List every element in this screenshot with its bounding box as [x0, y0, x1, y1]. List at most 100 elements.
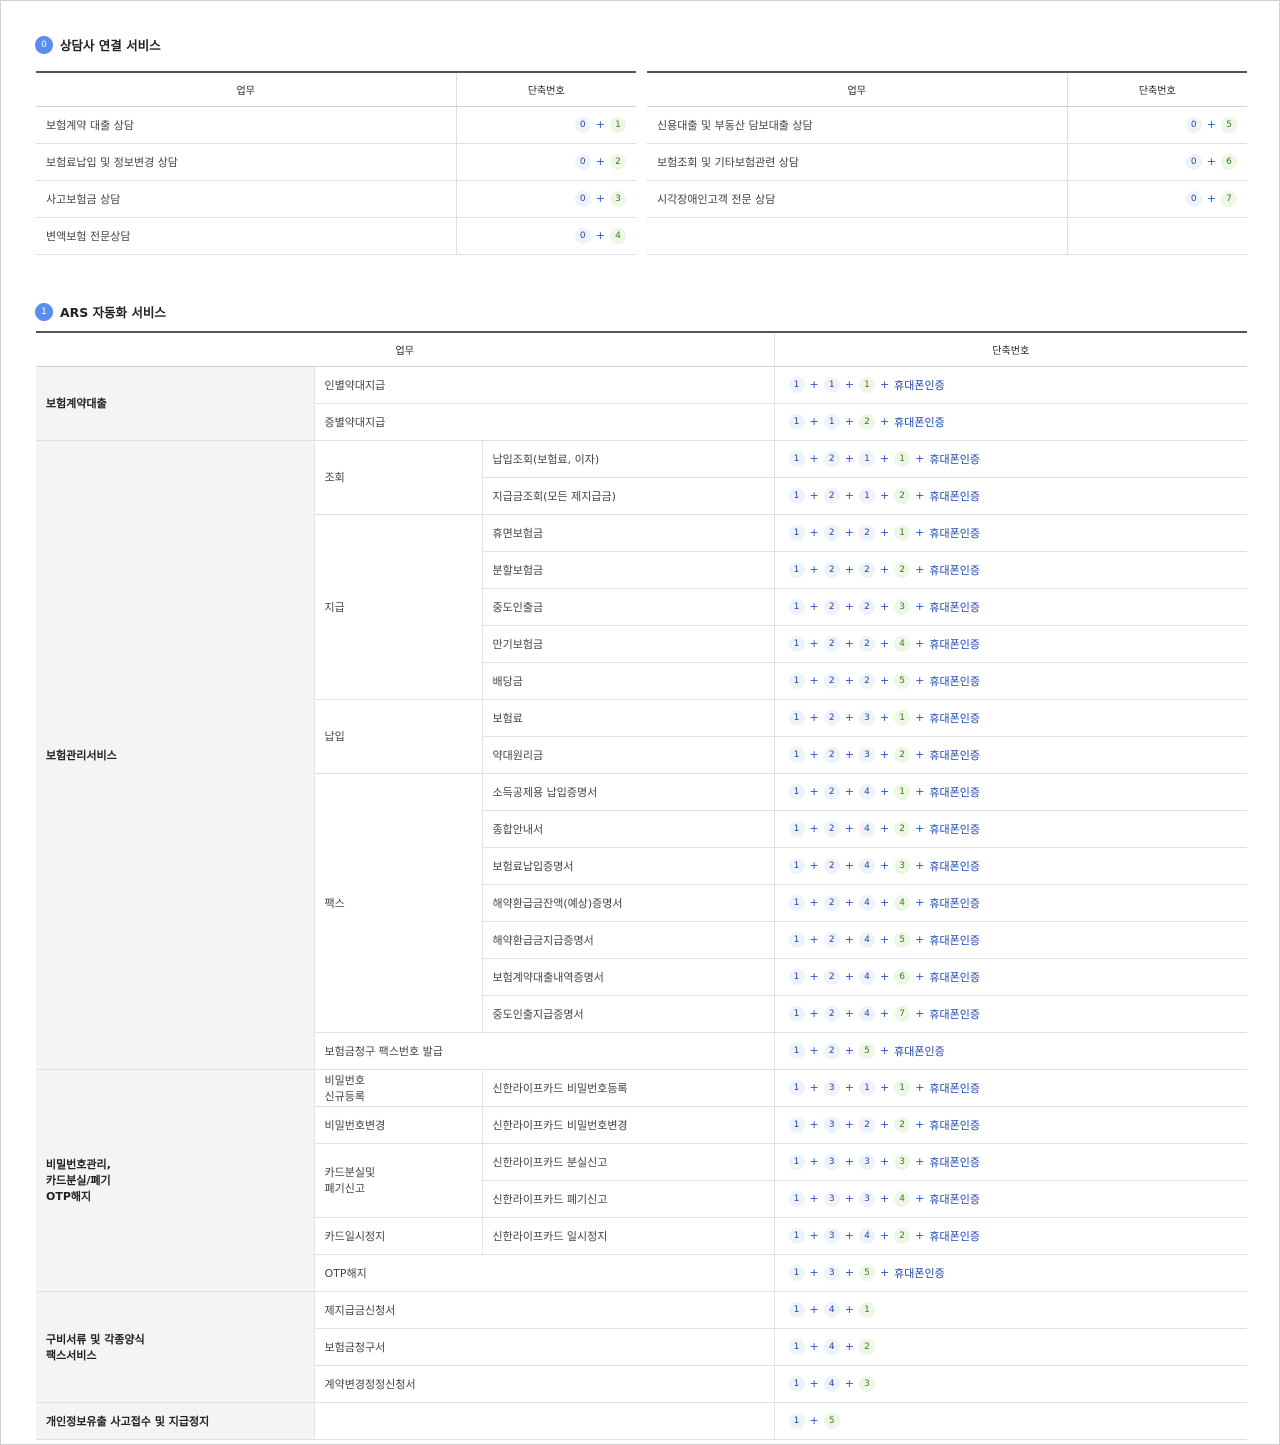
digit-chip: 1 — [788, 1079, 805, 1096]
plus-sign: + — [595, 118, 605, 131]
plus-sign: + — [844, 1155, 854, 1168]
plus-sign: + — [844, 822, 854, 835]
plus-sign: + — [879, 896, 890, 909]
digit-chip: 1 — [788, 1338, 805, 1355]
item-cell: 지급금조회(모든 제지급금) — [482, 477, 775, 515]
phone-auth-link[interactable]: 휴대폰인증 — [929, 969, 980, 985]
plus-sign: + — [809, 526, 819, 539]
phone-auth-link[interactable]: 휴대폰인증 — [929, 747, 980, 763]
phone-auth-link[interactable]: 휴대폰인증 — [929, 895, 980, 911]
item-cell: 신한라이프카드 비밀번호변경 — [482, 1106, 775, 1144]
plus-sign: + — [844, 1007, 854, 1020]
plus-sign: + — [915, 489, 925, 502]
digit-chip: 3 — [858, 746, 875, 763]
phone-auth-link[interactable]: 휴대폰인증 — [929, 821, 980, 837]
phone-auth-link[interactable]: 휴대폰인증 — [929, 636, 980, 652]
table-row: 사고보험금 상담 0 +3 — [36, 180, 636, 218]
phone-auth-link[interactable]: 휴대폰인증 — [929, 932, 980, 948]
phone-auth-link[interactable]: 휴대폰인증 — [929, 525, 980, 541]
digit-chip: 5 — [894, 672, 911, 689]
plus-sign: + — [915, 452, 925, 465]
shortcut-code: 1 +2 +4 +5 + 휴대폰인증 — [788, 931, 980, 948]
subcategory-cell: 보험금청구서 — [314, 1328, 775, 1366]
subcategory-cell: OTP해지 — [314, 1254, 775, 1292]
shortcut-code: 1 +5 — [788, 1412, 840, 1429]
plus-sign: + — [915, 1007, 925, 1020]
table-row: 비밀번호관리, 카드분실/폐기 OTP해지 비밀번호 신규등록 신한라이프카드 비밀번호등… — [36, 1069, 1248, 1292]
table-row: 보험료납입 및 정보변경 상담 0 +2 — [36, 143, 636, 181]
plus-sign: + — [915, 600, 925, 613]
phone-auth-link[interactable]: 휴대폰인증 — [929, 784, 980, 800]
phone-auth-link[interactable]: 휴대폰인증 — [929, 1117, 980, 1133]
plus-sign: + — [809, 1377, 819, 1390]
shortcut-code: 1 +3 +3 +4 + 휴대폰인증 — [788, 1190, 980, 1207]
phone-auth-link[interactable]: 휴대폰인증 — [929, 1080, 980, 1096]
digit-chip: 1 — [858, 450, 875, 467]
shortcut-code: 1 +2 +2 +1 + 휴대폰인증 — [788, 524, 980, 541]
digit-chip: 2 — [823, 709, 840, 726]
subcategory-cell: 비밀번호변경 — [314, 1106, 483, 1144]
counselor-table-right: 업무 단축번호 신용대출 및 부동산 담보대출 상담 0 +5 보험조회 및 기타보험… — [647, 71, 1247, 255]
phone-auth-link[interactable]: 휴대폰인증 — [929, 562, 980, 578]
digit-chip: 2 — [823, 820, 840, 837]
phone-auth-link[interactable]: 휴대폰인증 — [929, 488, 980, 504]
shortcut-code: 0 +6 — [1185, 153, 1237, 170]
code-cell: 1 +3 +5 + 휴대폰인증 — [773, 1254, 1248, 1292]
phone-auth-link[interactable]: 휴대폰인증 — [894, 377, 945, 393]
digit-chip: 1 — [788, 450, 805, 467]
digit-chip: 2 — [894, 1227, 911, 1244]
plus-sign: + — [879, 1192, 890, 1205]
phone-auth-link[interactable]: 휴대폰인증 — [929, 1228, 980, 1244]
item-cell: 신한라이프카드 비밀번호등록 — [482, 1069, 775, 1107]
shortcut-code: 1 +2 +5 + 휴대폰인증 — [788, 1042, 945, 1059]
plus-sign: + — [879, 748, 890, 761]
table-row: 보험관리서비스 조회 납입조회(보험료, 이자) 1 +2 +1 +1 + 휴대폰인증 — [36, 440, 1248, 1070]
digit-chip: 1 — [858, 376, 875, 393]
phone-auth-link[interactable]: 휴대폰인증 — [929, 710, 980, 726]
item-cell: 약대원리금 — [482, 736, 775, 774]
category-cell: 개인정보유출 사고접수 및 지급정지 — [36, 1402, 315, 1440]
plus-sign: + — [915, 563, 925, 576]
digit-chip: 4 — [858, 931, 875, 948]
plus-sign: + — [879, 415, 890, 428]
plus-sign: + — [809, 1266, 819, 1279]
digit-chip: 7 — [894, 1005, 911, 1022]
code-cell: 1 +2 +4 +4 + 휴대폰인증 — [773, 884, 1248, 922]
digit-chip: 3 — [823, 1116, 840, 1133]
digit-chip: 3 — [858, 1375, 875, 1392]
phone-auth-link[interactable]: 휴대폰인증 — [929, 1154, 980, 1170]
plus-sign: + — [844, 711, 854, 724]
digit-chip: 1 — [788, 1264, 805, 1281]
plus-sign: + — [879, 563, 890, 576]
shortcut-code: 1 +2 +2 +2 + 휴대폰인증 — [788, 561, 980, 578]
phone-auth-link[interactable]: 휴대폰인증 — [894, 1043, 945, 1059]
phone-auth-link[interactable]: 휴대폰인증 — [929, 1191, 980, 1207]
digit-chip: 0 — [574, 190, 591, 207]
phone-auth-link[interactable]: 휴대폰인증 — [929, 1006, 980, 1022]
phone-auth-link[interactable]: 휴대폰인증 — [929, 599, 980, 615]
item-cell: 분할보험금 — [482, 551, 775, 589]
digit-chip: 2 — [823, 561, 840, 578]
plus-sign: + — [844, 600, 854, 613]
digit-chip: 1 — [788, 746, 805, 763]
plus-sign: + — [844, 489, 854, 502]
plus-sign: + — [879, 822, 890, 835]
digit-chip: 3 — [858, 1153, 875, 1170]
digit-chip: 4 — [858, 1227, 875, 1244]
shortcut-code: 1 +2 +3 +1 + 휴대폰인증 — [788, 709, 980, 726]
digit-chip: 2 — [823, 746, 840, 763]
phone-auth-link[interactable]: 휴대폰인증 — [894, 1265, 945, 1281]
table-row: 시각장애인고객 전문 상담 0 +7 — [647, 180, 1247, 218]
phone-auth-link[interactable]: 휴대폰인증 — [929, 451, 980, 467]
phone-auth-link[interactable]: 휴대폰인증 — [894, 414, 945, 430]
digit-chip: 2 — [823, 1005, 840, 1022]
phone-auth-link[interactable]: 휴대폰인증 — [929, 858, 980, 874]
plus-sign: + — [879, 785, 890, 798]
plus-sign: + — [915, 970, 925, 983]
shortcut-code: 0 +4 — [574, 227, 626, 244]
phone-auth-link[interactable]: 휴대폰인증 — [929, 673, 980, 689]
code-cell: 1 +2 +5 + 휴대폰인증 — [773, 1032, 1248, 1070]
plus-sign: + — [844, 563, 854, 576]
code-cell: 1 +2 +2 +2 + 휴대폰인증 — [773, 551, 1248, 589]
digit-chip: 4 — [894, 1190, 911, 1207]
